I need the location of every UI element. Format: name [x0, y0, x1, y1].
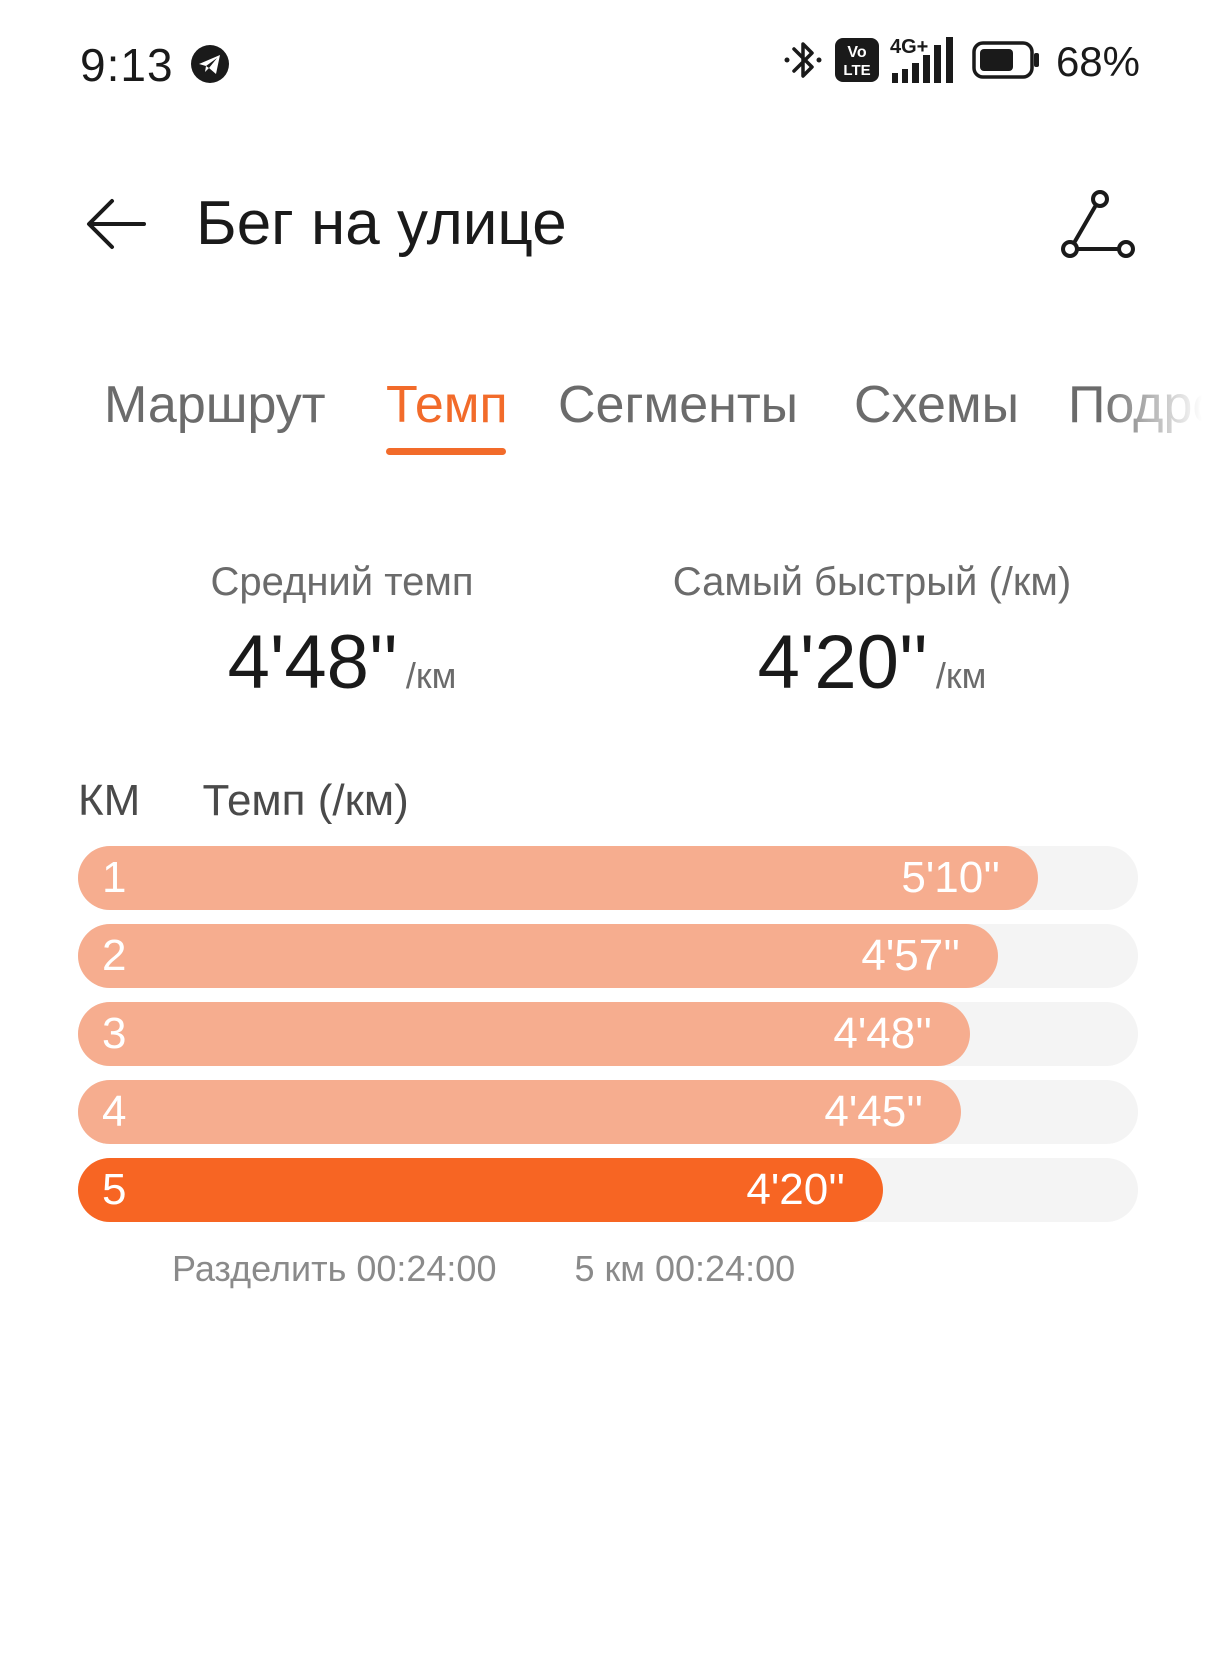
tabs-fade — [1100, 360, 1220, 460]
average-pace-label: Средний темп — [210, 560, 474, 604]
split-time: Разделить 00:24:00 — [172, 1248, 497, 1289]
fastest-pace-value: 4'20'' — [757, 620, 928, 705]
back-button[interactable] — [80, 188, 152, 260]
pace-row: 5 4'20'' — [78, 1158, 1138, 1222]
app-header: Бег на улице — [0, 160, 1220, 290]
battery-percent: 68% — [1055, 38, 1140, 85]
arrow-left-icon — [87, 199, 146, 249]
total-distance-time: 5 км 00:24:00 — [574, 1248, 796, 1289]
pace-km-label: 1 — [102, 853, 127, 902]
average-pace-unit: /км — [405, 655, 457, 696]
pace-footer: Разделить 00:24:00 5 км 00:24:00 — [172, 1248, 795, 1290]
pace-row: 4 4'45'' — [78, 1080, 1138, 1144]
pace-bar: 1 5'10'' — [78, 846, 1038, 910]
active-tab-indicator — [386, 448, 506, 455]
average-pace-value: 4'48'' — [227, 620, 398, 705]
pace-value-label: 4'20'' — [746, 1165, 845, 1214]
pace-km-label: 2 — [102, 931, 127, 980]
pace-bar: 3 4'48'' — [78, 1002, 970, 1066]
route-button[interactable] — [1058, 184, 1138, 264]
pace-bar: 5 4'20'' — [78, 1158, 883, 1222]
volte-icon: Vo LTE — [834, 37, 880, 88]
column-km-label: КМ — [78, 776, 141, 825]
pace-row: 3 4'48'' — [78, 1002, 1138, 1066]
tab-charts[interactable]: Схемы — [854, 370, 1019, 440]
tab-segments[interactable]: Сегменты — [558, 370, 798, 440]
pace-row: 1 5'10'' — [78, 846, 1138, 910]
page-title: Бег на улице — [196, 189, 567, 258]
status-indicators: Vo LTE 4G+ 68% — [782, 34, 1140, 90]
tab-route[interactable]: Маршрут — [104, 370, 326, 440]
status-bar: 9:13 Vo LTE 4G+ 68% — [0, 0, 1220, 130]
pace-km-label: 5 — [102, 1165, 127, 1214]
pace-km-label: 4 — [102, 1087, 127, 1136]
pace-row: 2 4'57'' — [78, 924, 1138, 988]
pace-km-label: 3 — [102, 1009, 127, 1058]
status-time: 9:13 — [80, 39, 174, 91]
battery-icon — [972, 40, 1042, 85]
pace-summary: Средний темп 4'48''/км Самый быстрый (/к… — [0, 560, 1220, 720]
pace-bars: 1 5'10'' 2 4'57'' 3 4'48'' 4 4'45'' 5 4'… — [78, 846, 1138, 1236]
signal-icon: 4G+ — [890, 35, 962, 90]
route-icon — [1061, 190, 1135, 258]
network-type-label: 4G+ — [890, 36, 928, 58]
fastest-pace-unit: /км — [935, 655, 987, 696]
pace-bar: 4 4'45'' — [78, 1080, 961, 1144]
pace-value-label: 4'57'' — [861, 931, 960, 980]
average-pace-stat: Средний темп 4'48''/км — [192, 560, 492, 706]
telegram-icon — [190, 44, 230, 84]
pace-value-label: 4'48'' — [833, 1009, 932, 1058]
tab-bar: Маршрут Темп Сегменты Схемы Подробно — [0, 360, 1220, 470]
pace-table-header: КМ Темп (/км) — [78, 776, 409, 826]
pace-value-label: 5'10'' — [901, 853, 1000, 902]
fastest-pace-label: Самый быстрый (/км) — [672, 560, 1072, 604]
bluetooth-icon — [782, 36, 824, 89]
column-pace-label: Темп (/км) — [202, 776, 409, 825]
pace-value-label: 4'45'' — [824, 1087, 923, 1136]
volte-label-bottom: LTE — [843, 62, 870, 79]
tab-pace[interactable]: Темп — [386, 370, 508, 440]
fastest-pace-stat: Самый быстрый (/км) 4'20''/км — [672, 560, 1072, 706]
pace-bar: 2 4'57'' — [78, 924, 998, 988]
volte-label-top: Vo — [847, 44, 866, 61]
